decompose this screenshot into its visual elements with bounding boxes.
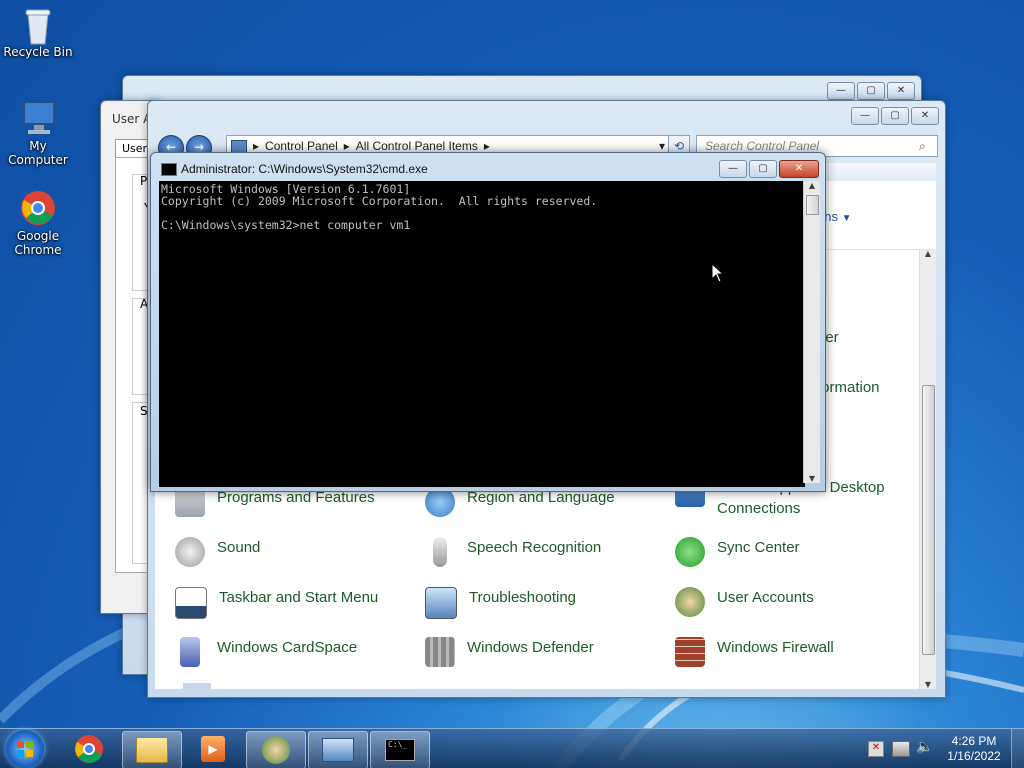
cp-item-windows-cardspace[interactable]: Windows CardSpace [175, 637, 405, 667]
desktop-icon-label: Recycle Bin [3, 45, 73, 59]
breadcrumb-separator-icon: ▸ [343, 139, 350, 153]
media-player-icon: ▶ [201, 736, 225, 762]
minimize-button[interactable]: — [827, 82, 855, 100]
control-panel-caption-buttons: — ▢ ✕ [851, 107, 939, 125]
chevron-down-icon[interactable]: ▾ [659, 139, 665, 153]
users-icon [262, 736, 290, 764]
chevron-down-icon: ▼ [841, 213, 852, 224]
cp-item-troubleshooting[interactable]: Troubleshooting [425, 587, 655, 619]
firewall-icon [675, 637, 705, 667]
clock-time: 4:26 PM [951, 734, 997, 748]
breadcrumb-separator-icon: ▸ [483, 139, 490, 153]
minimize-button[interactable]: — [719, 160, 747, 178]
partial-item[interactable]: formation [817, 377, 880, 398]
tray-network-icon[interactable] [892, 741, 910, 757]
close-button[interactable]: ✕ [887, 82, 915, 100]
cmd-app-icon [161, 163, 177, 176]
desktop-icon-label: My Computer [8, 139, 68, 167]
clock[interactable]: 4:26 PM 1/16/2022 [944, 734, 1004, 764]
console-line: C:\Windows\system32>net computer vm1 [161, 218, 411, 232]
taskbar-icon [175, 587, 207, 619]
tray-volume-icon[interactable]: 🔈 [916, 739, 933, 755]
microphone-icon [433, 537, 447, 567]
taskbar-user-accounts[interactable] [246, 731, 306, 768]
desktop-icon-recycle-bin[interactable]: Recycle Bin [0, 6, 78, 59]
cardspace-icon [180, 637, 200, 667]
breadcrumb-separator-icon: ▸ [253, 139, 260, 153]
computer-icon [20, 100, 56, 136]
cp-item-windows-defender[interactable]: Windows Defender [425, 637, 655, 667]
clock-date: 1/16/2022 [947, 749, 1001, 763]
control-panel-icon [231, 139, 247, 153]
taskbar: ▶ C:\_ ✕ 🔈 4:26 PM 1/16/2022 [0, 728, 1024, 768]
search-input[interactable]: Search Control Panel [697, 139, 919, 153]
cp-item-user-accounts[interactable]: User Accounts [675, 587, 905, 617]
refresh-icon: ⟲ [673, 139, 685, 153]
start-button[interactable] [6, 730, 44, 768]
scroll-up-arrow-icon[interactable]: ▲ [804, 181, 820, 190]
taskbar-explorer[interactable] [122, 731, 182, 768]
scrollbar-thumb[interactable] [922, 385, 935, 655]
cmd-title: Administrator: C:\Windows\System32\cmd.e… [181, 162, 428, 176]
show-desktop-button[interactable] [1011, 729, 1024, 768]
cmd-caption-buttons: — ▢ ✕ [719, 160, 819, 178]
cp-item-taskbar-and-start-menu[interactable]: Taskbar and Start Menu [175, 587, 405, 619]
cmd-vertical-scrollbar[interactable]: ▲ ▼ [803, 181, 820, 483]
search-icon: ⌕ [919, 138, 926, 153]
taskbar-media-player[interactable]: ▶ [184, 731, 242, 767]
troubleshoot-icon [425, 587, 457, 619]
scroll-up-arrow-icon[interactable]: ▲ [920, 249, 936, 258]
taskbar-cmd[interactable]: C:\_ [370, 731, 430, 768]
background-window-caption-buttons: — ▢ ✕ [827, 82, 915, 100]
minimize-button[interactable]: — [851, 107, 879, 125]
partial-next-row-icon [183, 683, 211, 689]
cp-item-sound[interactable]: Sound [175, 537, 405, 567]
breadcrumb-all-items[interactable]: All Control Panel Items [356, 139, 478, 153]
vertical-scrollbar[interactable]: ▲ ▼ [919, 249, 936, 689]
cmd-window[interactable]: Administrator: C:\Windows\System32\cmd.e… [150, 152, 826, 492]
scrollbar-thumb[interactable] [806, 195, 819, 215]
folder-icon [136, 737, 168, 763]
taskbar-control-panel[interactable] [308, 731, 368, 768]
breadcrumb-control-panel[interactable]: Control Panel [265, 139, 338, 153]
maximize-button[interactable]: ▢ [749, 160, 777, 178]
maximize-button[interactable]: ▢ [857, 82, 885, 100]
console-line: Copyright (c) 2009 Microsoft Corporation… [161, 194, 598, 208]
control-panel-icon [322, 738, 354, 762]
scroll-down-arrow-icon[interactable]: ▼ [804, 474, 820, 483]
cp-item-sync-center[interactable]: Sync Center [675, 537, 905, 567]
windows-logo-icon [17, 741, 33, 757]
cp-item-windows-firewall[interactable]: Windows Firewall [675, 637, 905, 667]
recycle-bin-icon [20, 6, 56, 45]
sync-icon [675, 537, 705, 567]
close-button[interactable]: ✕ [911, 107, 939, 125]
cmd-console[interactable]: Microsoft Windows [Version 6.1.7601] Copy… [159, 181, 805, 487]
speaker-icon [175, 537, 205, 567]
desktop-icon-label: Google Chrome [14, 229, 62, 257]
cp-item-speech-recognition[interactable]: Speech Recognition [425, 537, 655, 567]
chrome-icon [20, 190, 56, 226]
taskbar-chrome[interactable] [60, 731, 118, 767]
defender-icon [425, 637, 455, 667]
mouse-cursor-icon [711, 263, 725, 283]
users-icon [675, 587, 705, 617]
maximize-button[interactable]: ▢ [881, 107, 909, 125]
desktop-icon-my-computer[interactable]: My Computer [0, 100, 78, 167]
user-accounts-title: User A [112, 112, 152, 126]
scroll-down-arrow-icon[interactable]: ▼ [920, 680, 936, 689]
desktop-icon-google-chrome[interactable]: Google Chrome [0, 190, 78, 257]
close-button[interactable]: ✕ [779, 160, 819, 178]
chrome-icon [75, 735, 103, 763]
tray-action-center-icon[interactable]: ✕ [868, 741, 884, 757]
cmd-icon: C:\_ [385, 739, 415, 761]
